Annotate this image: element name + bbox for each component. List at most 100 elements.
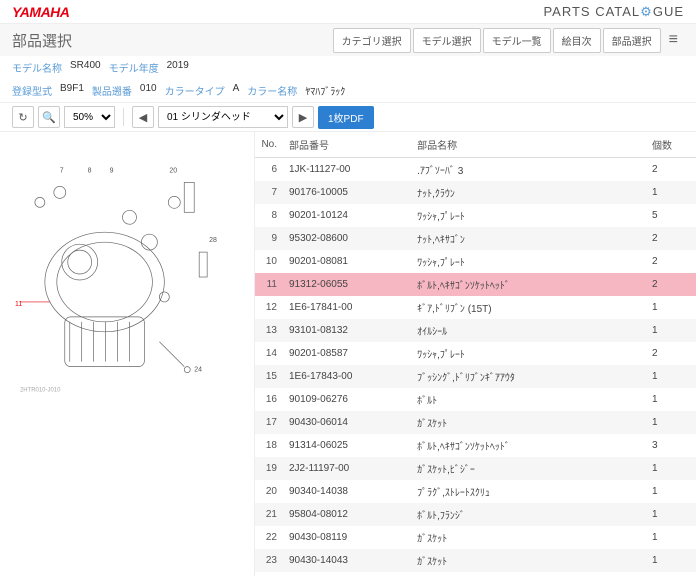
cell-partno: 90430-06014 — [283, 411, 411, 434]
cell-no: 21 — [255, 503, 283, 526]
breadcrumb-nav: カテゴリ選択 モデル選択 モデル一覧 絵目次 部品選択 ≡ — [333, 28, 684, 53]
cell-qty: 2 — [646, 158, 696, 182]
cell-no: 19 — [255, 457, 283, 480]
cell-name: ﾌﾟﾗｸﾞ,ｽﾄﾚｰﾄｽｸﾘｭ — [411, 480, 646, 503]
cell-name: .ｱﾌﾞｿｰﾊﾞ 3 — [411, 158, 646, 182]
cell-no: 18 — [255, 434, 283, 457]
table-row[interactable]: 192J2-11197-00ｶﾞｽｹｯﾄ,ﾋﾞｼﾞｰ1 — [255, 457, 696, 480]
table-row[interactable]: 61JK-11127-00.ｱﾌﾞｿｰﾊﾞ 32 — [255, 158, 696, 182]
cell-name: ﾜｯｼｬ,ﾌﾟﾚｰﾄ — [411, 204, 646, 227]
zoom-select[interactable]: 50% — [64, 106, 115, 128]
table-row[interactable]: 2090340-14038ﾌﾟﾗｸﾞ,ｽﾄﾚｰﾄｽｸﾘｭ1 — [255, 480, 696, 503]
refresh-icon[interactable]: ↻ — [12, 106, 34, 128]
cell-no: 16 — [255, 388, 283, 411]
col-partno: 部品番号 — [283, 132, 411, 158]
table-row[interactable]: 2195804-08012ﾎﾞﾙﾄ,ﾌﾗﾝｼﾞ1 — [255, 503, 696, 526]
brand-logo: YAMAHA — [12, 4, 69, 20]
table-row[interactable]: 121E6-17841-00ｷﾞｱ,ﾄﾞﾘﾌﾞﾝ (15T)1 — [255, 296, 696, 319]
cell-qty: 1 — [646, 411, 696, 434]
cell-name: ﾎﾞﾙﾄ,ﾍｷｻｺﾞﾝｿｹｯﾄﾍｯﾄﾞ — [411, 434, 646, 457]
col-qty: 個数 — [646, 132, 696, 158]
cell-no: 15 — [255, 365, 283, 388]
col-name: 部品名称 — [411, 132, 646, 158]
cell-qty: 2 — [646, 342, 696, 365]
cell-partno: 90430-14043 — [283, 549, 411, 572]
table-row[interactable]: 890201-10124ﾜｯｼｬ,ﾌﾟﾚｰﾄ5 — [255, 204, 696, 227]
pdf-button[interactable]: 1枚PDF — [318, 106, 374, 129]
prev-icon[interactable]: ◀ — [132, 106, 154, 128]
col-no: No. — [255, 132, 283, 158]
cell-qty: 2 — [646, 572, 696, 576]
cell-qty: 2 — [646, 227, 696, 250]
type-label: 登録型式 — [12, 83, 52, 98]
cell-name: ﾜｯｼｬ,ﾌﾟﾚｰﾄ — [411, 342, 646, 365]
section-select[interactable]: 01 シリンダヘッド — [158, 106, 288, 128]
table-row[interactable]: 151E6-17843-00ﾌﾞｯｼﾝｸﾞ,ﾄﾞﾘﾌﾞﾝｷﾞｱｱｳﾀ1 — [255, 365, 696, 388]
cell-qty: 1 — [646, 296, 696, 319]
cell-no: 7 — [255, 181, 283, 204]
cell-partno: 95804-08012 — [283, 503, 411, 526]
colortype-value: A — [233, 83, 240, 98]
cell-partno: 90201-08081 — [283, 250, 411, 273]
cell-name: ｷﾞｱ,ﾄﾞﾘﾌﾞﾝ (15T) — [411, 296, 646, 319]
table-row[interactable]: 1191312-06055ﾎﾞﾙﾄ,ﾍｷｻｺﾞﾝｿｹｯﾄﾍｯﾄﾞ2 — [255, 273, 696, 296]
table-row[interactable]: 995302-08600ﾅｯﾄ,ﾍｷｻｺﾞﾝ2 — [255, 227, 696, 250]
next-icon[interactable]: ▶ — [292, 106, 314, 128]
cylinder-head-diagram: 2HTR010-J010 11 7 8 9 20 28 24 — [10, 142, 244, 422]
cell-name: ﾎﾞﾙﾄ,ﾍｷｻｺﾞﾝｿｹｯﾄﾍｯﾄﾞ — [411, 273, 646, 296]
cell-partno: 90201-08587 — [283, 342, 411, 365]
nav-fig-index[interactable]: 絵目次 — [553, 28, 601, 53]
cell-partno: 91312-06055 — [283, 273, 411, 296]
part-diagram[interactable]: 2HTR010-J010 11 7 8 9 20 28 24 — [0, 132, 255, 576]
cell-name: ﾎﾞﾙﾄ,ﾌﾗﾝｼﾞ — [411, 503, 646, 526]
table-row[interactable]: 1393101-08132ｵｲﾙｼｰﾙ1 — [255, 319, 696, 342]
colortype-label: カラータイプ — [165, 83, 225, 98]
cell-partno: 95302-08600 — [283, 227, 411, 250]
svg-text:28: 28 — [209, 237, 217, 244]
cell-partno: 1JK-11127-00 — [283, 158, 411, 182]
nav-category[interactable]: カテゴリ選択 — [333, 28, 411, 53]
code-value: 010 — [140, 83, 157, 98]
table-row[interactable]: 2290430-08119ｶﾞｽｹｯﾄ1 — [255, 526, 696, 549]
cell-name: ﾎﾞﾙﾄ — [411, 388, 646, 411]
parts-table-scroll[interactable]: No. 部品番号 部品名称 個数 61JK-11127-00.ｱﾌﾞｿｰﾊﾞ 3… — [255, 132, 696, 576]
svg-text:2HTR010-J010: 2HTR010-J010 — [20, 388, 61, 394]
svg-text:20: 20 — [169, 167, 177, 174]
nav-model-select[interactable]: モデル選択 — [413, 28, 481, 53]
cell-qty: 1 — [646, 365, 696, 388]
cell-qty: 1 — [646, 319, 696, 342]
cell-name: ﾅｯﾄ,ﾍｷｻｺﾞﾝ — [411, 227, 646, 250]
table-row[interactable]: 1690109-06276ﾎﾞﾙﾄ1 — [255, 388, 696, 411]
nav-parts-select[interactable]: 部品選択 — [603, 28, 661, 53]
zoom-icon[interactable]: 🔍 — [38, 106, 60, 128]
year-label: モデル年度 — [109, 60, 159, 75]
cell-partno: 2J2-11197-00 — [283, 457, 411, 480]
table-row[interactable]: 790176-10005ﾅｯﾄ,ｸﾗｳﾝ1 — [255, 181, 696, 204]
table-row[interactable]: 1490201-08587ﾜｯｼｬ,ﾌﾟﾚｰﾄ2 — [255, 342, 696, 365]
cell-no: 14 — [255, 342, 283, 365]
table-row[interactable]: 1090201-08081ﾜｯｼｬ,ﾌﾟﾚｰﾄ2 — [255, 250, 696, 273]
nav-model-list[interactable]: モデル一覧 — [483, 28, 551, 53]
cell-no: 6 — [255, 158, 283, 182]
table-row[interactable]: 2390430-14043ｶﾞｽｹｯﾄ1 — [255, 549, 696, 572]
cell-partno: 90430-08119 — [283, 526, 411, 549]
cell-qty: 1 — [646, 388, 696, 411]
parts-table: No. 部品番号 部品名称 個数 61JK-11127-00.ｱﾌﾞｿｰﾊﾞ 3… — [255, 132, 696, 576]
cell-qty: 3 — [646, 434, 696, 457]
subheader: 部品選択 カテゴリ選択 モデル選択 モデル一覧 絵目次 部品選択 ≡ — [0, 24, 696, 56]
table-row[interactable]: 242J2-11186-00ｶﾊﾞｰ,ｼﾘﾝﾀﾞﾍｯﾄﾞｻｲﾄﾞ 22 — [255, 572, 696, 576]
cell-partno: 91314-06025 — [283, 434, 411, 457]
diagram-toolbar: ↻ 🔍 50% ◀ 01 シリンダヘッド ▶ 1枚PDF — [0, 102, 696, 132]
cell-qty: 1 — [646, 526, 696, 549]
table-row[interactable]: 1790430-06014ｶﾞｽｹｯﾄ1 — [255, 411, 696, 434]
cell-qty: 1 — [646, 181, 696, 204]
gear-icon: ⚙ — [640, 4, 653, 19]
cell-name: ｵｲﾙｼｰﾙ — [411, 319, 646, 342]
svg-text:11: 11 — [15, 301, 22, 308]
cell-no: 8 — [255, 204, 283, 227]
hamburger-icon[interactable]: ≡ — [663, 31, 684, 49]
model-meta-row2: 登録型式B9F1 製品遡番010 カラータイプA カラー名称ﾔﾏﾊﾌﾞﾗｯｸ — [0, 79, 696, 102]
table-row[interactable]: 1891314-06025ﾎﾞﾙﾄ,ﾍｷｻｺﾞﾝｿｹｯﾄﾍｯﾄﾞ3 — [255, 434, 696, 457]
cell-name: ﾜｯｼｬ,ﾌﾟﾚｰﾄ — [411, 250, 646, 273]
cell-no: 13 — [255, 319, 283, 342]
